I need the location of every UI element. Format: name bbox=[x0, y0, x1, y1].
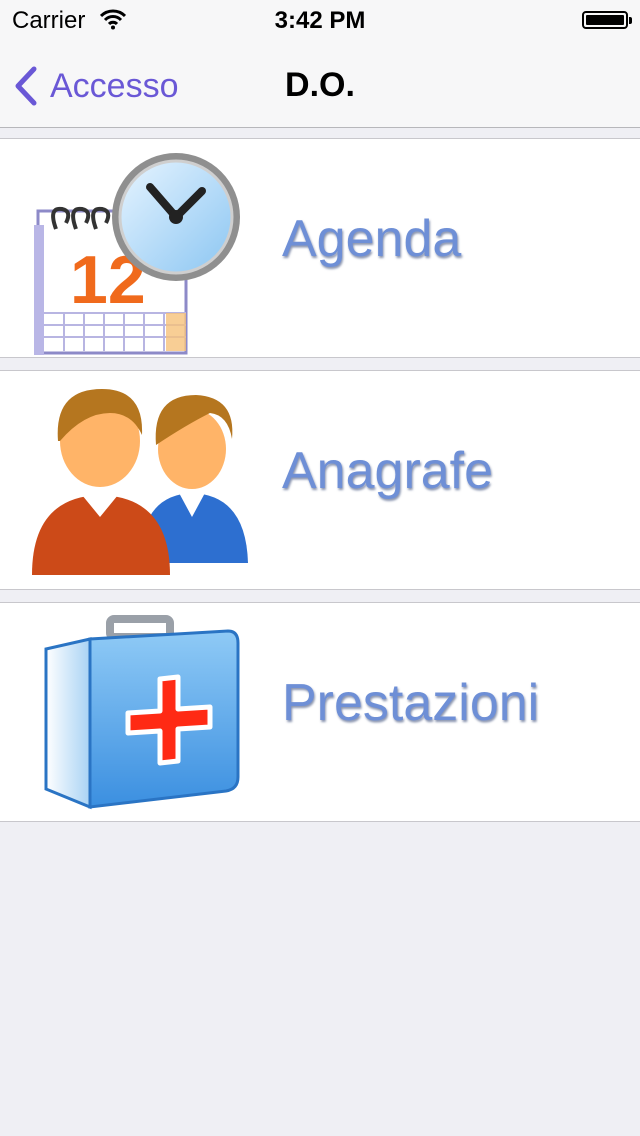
battery-icon bbox=[582, 11, 632, 29]
menu-item-anagrafe[interactable]: Anagrafe bbox=[0, 370, 640, 590]
navigation-bar: Accesso D.O. bbox=[0, 40, 640, 128]
menu-item-prestazioni[interactable]: Prestazioni bbox=[0, 602, 640, 822]
first-aid-kit-icon bbox=[28, 609, 254, 819]
people-icon bbox=[28, 377, 254, 587]
status-time: 3:42 PM bbox=[274, 7, 366, 34]
menu-item-label: Prestazioni bbox=[282, 674, 540, 732]
menu-item-agenda[interactable]: 12 Agenda bbox=[0, 138, 640, 358]
status-bar: Carrier 3:42 PM bbox=[0, 0, 640, 40]
calendar-clock-icon: 12 bbox=[28, 145, 254, 355]
menu-item-label: Anagrafe bbox=[282, 442, 494, 500]
page-title: D.O. bbox=[285, 66, 355, 104]
menu-item-label: Agenda bbox=[282, 210, 462, 268]
